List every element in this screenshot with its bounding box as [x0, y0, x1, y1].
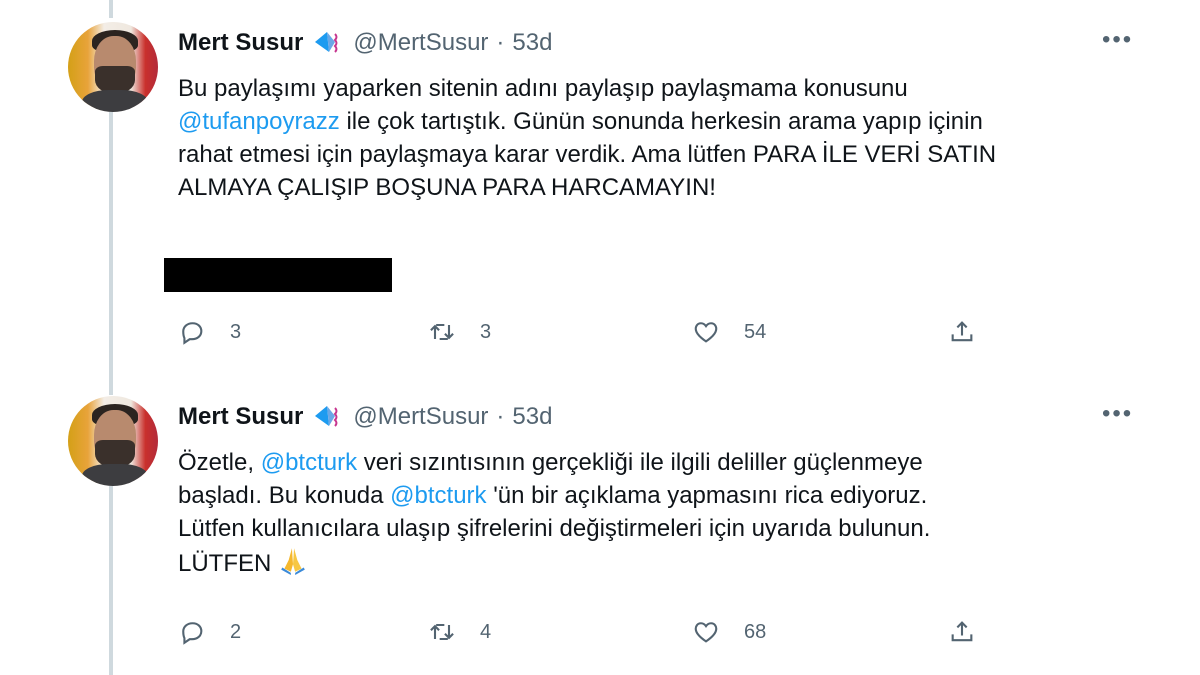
- heart-icon: [694, 622, 718, 643]
- mention-link[interactable]: @tufanpoyrazz: [178, 108, 340, 135]
- reply-count: 2: [230, 620, 242, 643]
- text-line: Lütfen kullanıcılara ulaşıp şifrelerini …: [178, 515, 931, 542]
- tweet-text: Özetle, @btcturk veri sızıntısının gerçe…: [178, 446, 1138, 584]
- text-line: Özetle, @btcturk veri sızıntısının gerçe…: [178, 446, 1138, 479]
- folded-hands-icon: [278, 545, 308, 584]
- text-segment: LÜTFEN: [178, 550, 279, 577]
- author-name[interactable]: Mert Susur: [178, 29, 303, 57]
- thread-line-top: [109, 0, 113, 18]
- retweet-icon: [430, 323, 454, 341]
- share-icon: [951, 621, 973, 642]
- retweet-count: 3: [480, 320, 492, 343]
- like-button[interactable]: 54: [692, 318, 766, 346]
- tweet-time[interactable]: 53d: [512, 29, 552, 57]
- heart-icon: [694, 322, 718, 343]
- tweet-header: Mert Susur @MertSusur · 53d: [178, 400, 552, 434]
- tweet-actions: 3 3 54: [178, 318, 998, 348]
- text-line: başladı. Bu konuda @btcturk 'ün bir açık…: [178, 479, 1138, 512]
- tweet-time[interactable]: 53d: [512, 403, 552, 431]
- share-button[interactable]: [948, 618, 976, 646]
- text-segment: Özetle,: [178, 449, 261, 476]
- mention-link[interactable]: @btcturk: [261, 449, 357, 476]
- separator-dot: ·: [496, 403, 505, 430]
- more-options-icon[interactable]: •••: [1102, 26, 1133, 54]
- reply-button[interactable]: 2: [178, 618, 241, 646]
- retweet-count: 4: [480, 620, 492, 643]
- text-line: ALMAYA ÇALIŞIP BOŞUNA PARA HARCAMAYIN!: [178, 174, 716, 201]
- text-line: @tufanpoyrazz ile çok tartıştık. Günün s…: [178, 105, 1138, 138]
- like-button[interactable]: 68: [692, 618, 766, 646]
- separator-dot: ·: [496, 29, 505, 56]
- mention-link[interactable]: @btcturk: [390, 482, 486, 509]
- tweet-text: Bu paylaşımı yaparken sitenin adını payl…: [178, 72, 1138, 204]
- share-button[interactable]: [948, 318, 976, 346]
- text-segment: veri sızıntısının gerçekliği ile ilgili …: [357, 449, 923, 476]
- retweet-button[interactable]: 3: [428, 318, 491, 346]
- tweet-header: Mert Susur @MertSusur · 53d: [178, 26, 552, 60]
- author-handle[interactable]: @MertSusur: [353, 403, 488, 431]
- reply-icon: [182, 322, 203, 345]
- tweet[interactable]: Mert Susur @MertSusur · 53d ••• Bu payla…: [0, 22, 1200, 366]
- more-options-icon[interactable]: •••: [1102, 400, 1133, 428]
- tweet[interactable]: Mert Susur @MertSusur · 53d ••• Özetle, …: [0, 396, 1200, 660]
- like-count: 68: [744, 620, 767, 643]
- redacted-block: [164, 258, 392, 292]
- share-icon: [951, 321, 973, 342]
- author-name[interactable]: Mert Susur: [178, 403, 303, 431]
- author-handle[interactable]: @MertSusur: [353, 29, 488, 57]
- reply-button[interactable]: 3: [178, 318, 241, 346]
- reply-icon: [182, 622, 203, 645]
- kite-icon: [313, 30, 343, 56]
- text-line: LÜTFEN: [178, 545, 1138, 584]
- reply-count: 3: [230, 320, 242, 343]
- like-count: 54: [744, 320, 767, 343]
- avatar[interactable]: [68, 396, 158, 486]
- text-line: rahat etmesi için paylaşmaya karar verdi…: [178, 141, 997, 168]
- avatar[interactable]: [68, 22, 158, 112]
- text-segment: başladı. Bu konuda: [178, 482, 391, 509]
- retweet-button[interactable]: 4: [428, 618, 491, 646]
- text-line: Bu paylaşımı yaparken sitenin adını payl…: [178, 75, 908, 102]
- text-segment: ile çok tartıştık. Günün sonunda herkesi…: [339, 108, 983, 135]
- tweet-actions: 2 4 68: [178, 618, 998, 648]
- text-segment: 'ün bir açıklama yapmasını rica ediyoruz…: [486, 482, 928, 509]
- retweet-icon: [430, 623, 454, 641]
- kite-icon: [313, 404, 343, 430]
